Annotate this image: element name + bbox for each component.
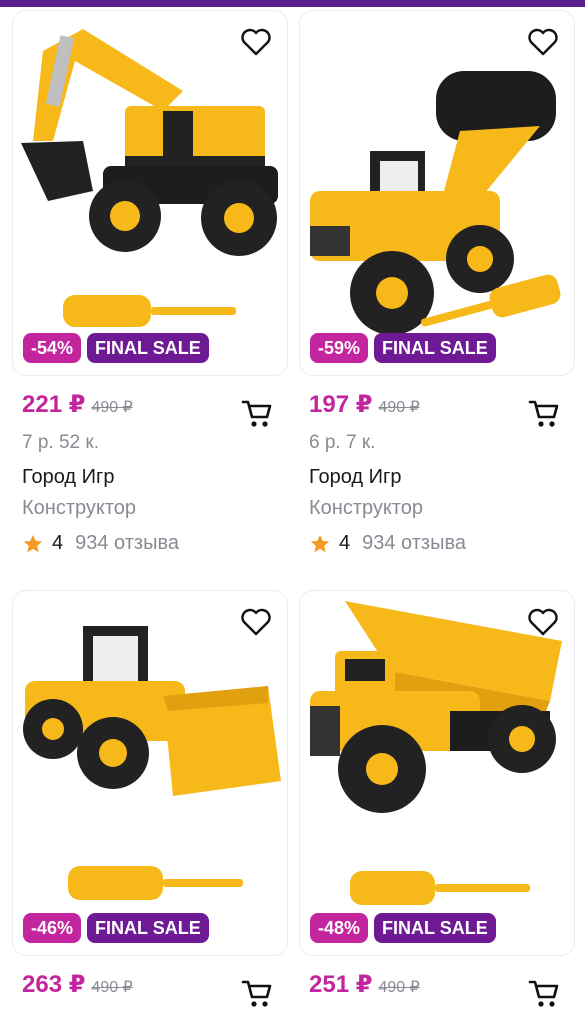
per-unit-price: 6 р. 7 к. — [309, 432, 376, 453]
favorite-heart-icon[interactable] — [239, 25, 273, 59]
badges: -48% FINAL SALE — [310, 913, 496, 943]
old-price: 490 ₽ — [378, 399, 420, 416]
top-bar — [0, 0, 585, 7]
dump-truck-image — [310, 601, 562, 905]
price: 263 ₽ — [22, 971, 86, 998]
excavator-image — [21, 29, 278, 327]
product-card[interactable]: -54% FINAL SALE 221 ₽ 490 ₽ 7 р. 52 к. Г… — [12, 10, 288, 570]
star-icon — [23, 534, 43, 552]
product-image[interactable]: -48% FINAL SALE — [299, 590, 575, 956]
category-name: Конструктор — [309, 497, 424, 519]
per-unit-price: 7 р. 52 к. — [22, 432, 99, 453]
add-to-cart-icon[interactable] — [527, 976, 561, 1010]
add-to-cart-icon[interactable] — [240, 396, 274, 430]
rating-value: 4 — [339, 532, 351, 554]
product-image[interactable]: -46% FINAL SALE — [12, 590, 288, 956]
price: 197 ₽ — [309, 391, 373, 418]
final-sale-badge: FINAL SALE — [87, 333, 209, 363]
price-row: 197 ₽ 490 ₽ — [309, 390, 420, 419]
add-to-cart-icon[interactable] — [240, 976, 274, 1010]
favorite-heart-icon[interactable] — [526, 605, 560, 639]
final-sale-badge: FINAL SALE — [374, 913, 496, 943]
favorite-heart-icon[interactable] — [239, 605, 273, 639]
brand-name[interactable]: Город Игр — [309, 466, 401, 489]
price-row: 251 ₽ 490 ₽ — [309, 970, 420, 999]
product-card[interactable]: -48% FINAL SALE 251 ₽ 490 ₽ — [299, 590, 575, 1007]
rating-value: 4 — [52, 532, 64, 554]
badges: -46% FINAL SALE — [23, 913, 209, 943]
final-sale-badge: FINAL SALE — [87, 913, 209, 943]
add-to-cart-icon[interactable] — [527, 396, 561, 430]
discount-badge: -59% — [310, 333, 369, 363]
product-card[interactable]: -59% FINAL SALE 197 ₽ 490 ₽ 6 р. 7 к. Го… — [299, 10, 575, 570]
price: 221 ₽ — [22, 391, 86, 418]
price-row: 263 ₽ 490 ₽ — [22, 970, 133, 999]
product-image[interactable]: -54% FINAL SALE — [12, 10, 288, 376]
old-price: 490 ₽ — [91, 399, 133, 416]
discount-badge: -46% — [23, 913, 82, 943]
reviews-count[interactable]: 934 отзыва — [75, 532, 179, 555]
badges: -54% FINAL SALE — [23, 333, 209, 363]
product-image[interactable]: -59% FINAL SALE — [299, 10, 575, 376]
discount-badge: -48% — [310, 913, 369, 943]
final-sale-badge: FINAL SALE — [374, 333, 496, 363]
product-card[interactable]: -46% FINAL SALE 263 ₽ 490 ₽ — [12, 590, 288, 1007]
brand-name[interactable]: Город Игр — [22, 466, 114, 489]
price: 251 ₽ — [309, 971, 373, 998]
badges: -59% FINAL SALE — [310, 333, 496, 363]
bulldozer-loader-image — [23, 626, 281, 900]
reviews-count[interactable]: 934 отзыва — [362, 532, 466, 555]
star-icon — [310, 534, 330, 552]
road-roller-image — [310, 71, 561, 335]
rating-row: 4 934 отзыва — [22, 532, 179, 555]
old-price: 490 ₽ — [378, 979, 420, 996]
discount-badge: -54% — [23, 333, 82, 363]
price-row: 221 ₽ 490 ₽ — [22, 390, 133, 419]
category-name: Конструктор — [22, 497, 137, 519]
old-price: 490 ₽ — [91, 979, 133, 996]
rating-row: 4 934 отзыва — [309, 532, 466, 555]
favorite-heart-icon[interactable] — [526, 25, 560, 59]
